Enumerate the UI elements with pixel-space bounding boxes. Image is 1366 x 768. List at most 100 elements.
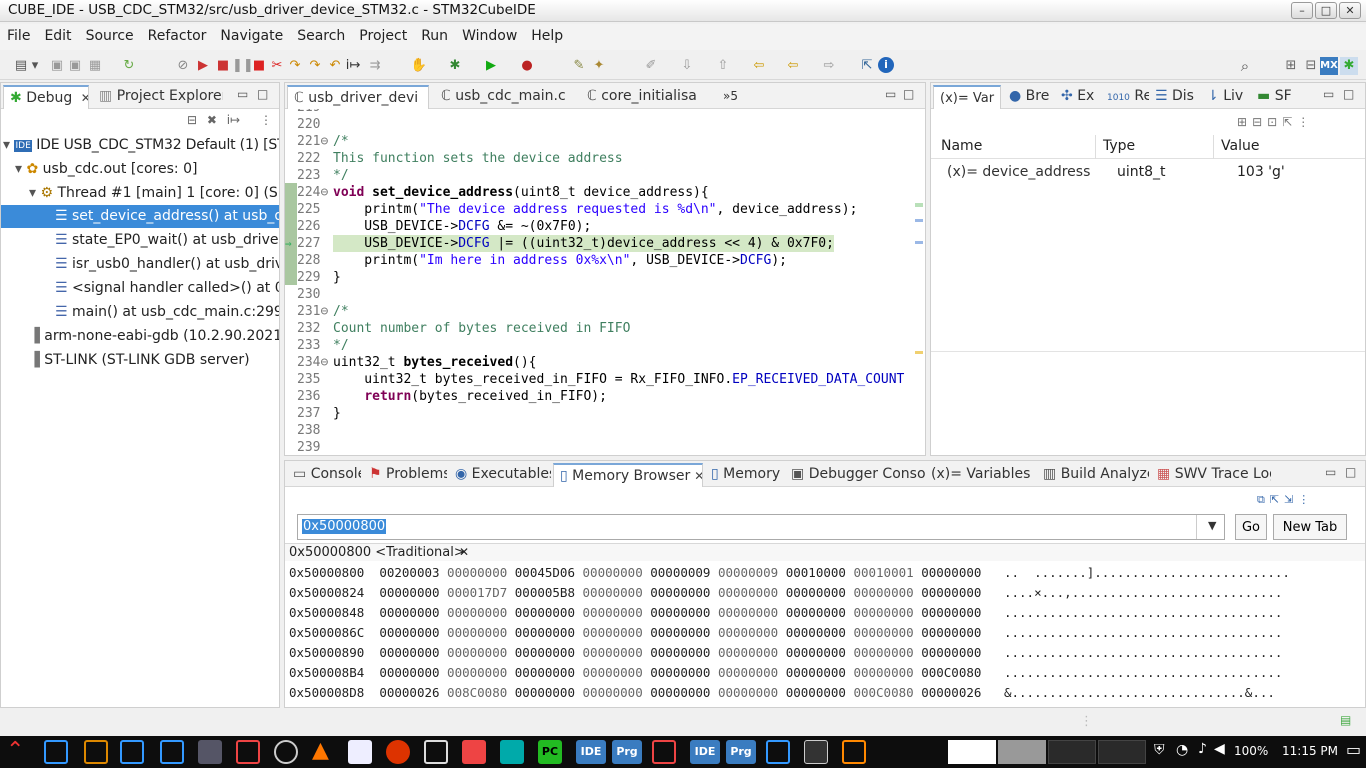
memory-word[interactable]: 00000000 [650, 685, 718, 700]
menu-search[interactable]: Search [290, 24, 352, 48]
stack-frame-selected[interactable]: ☰ set_device_address() at usb_drive [1, 205, 279, 228]
memory-word[interactable]: 000005B8 [515, 585, 583, 600]
new-tab-button[interactable]: New Tab [1273, 514, 1347, 540]
prev-annotation-icon[interactable]: ⇧ [714, 57, 732, 75]
step-over-icon[interactable]: ↷ [306, 57, 324, 75]
save-icon[interactable]: ▣ [48, 57, 66, 75]
tab-console[interactable]: ▭ Console [287, 463, 361, 487]
chevron-down-icon[interactable]: ▾ [30, 57, 40, 75]
new-icon[interactable]: ⇱ [1282, 115, 1297, 129]
memory-word[interactable]: 00000000 [650, 645, 718, 660]
memory-word[interactable]: 00000000 [447, 645, 515, 660]
shield-icon[interactable]: ⛨ [1154, 742, 1165, 758]
hand-icon[interactable]: ✋ [410, 57, 428, 75]
code-line[interactable]: 236 return(bytes_received_in_FIFO); [285, 388, 915, 405]
view-menu-icon[interactable]: ⋮ [1297, 115, 1314, 129]
search-icon[interactable]: ⌕ [1236, 57, 1254, 75]
menu-project[interactable]: Project [352, 24, 414, 48]
stack-frame[interactable]: ☰ isr_usb0_handler() at usb_driver_ [55, 253, 279, 276]
memory-word[interactable]: 00000000 [921, 645, 989, 660]
close-icon[interactable]: ✕ [459, 545, 469, 559]
memory-word[interactable]: 00000000 [379, 625, 447, 640]
launcher-icon[interactable]: ⌃ [6, 738, 24, 763]
menu-navigate[interactable]: Navigate [213, 24, 290, 48]
vlc-icon[interactable]: ▲ [312, 738, 329, 763]
tab-build-analyzer[interactable]: ▥ Build Analyzer [1037, 463, 1149, 487]
code-line[interactable]: 234⊖ uint32_t bytes_received(){ [285, 354, 915, 371]
address-combobox[interactable]: 0x50000800 ▼ [297, 514, 1225, 540]
stack-frame[interactable]: ☰ state_EP0_wait() at usb_driver_de [55, 229, 279, 252]
terminate-relaunch-icon[interactable]: ■ [214, 57, 232, 75]
editor-icon[interactable] [652, 740, 676, 764]
memory-word[interactable]: 00000000 [786, 605, 854, 620]
clock[interactable]: 11:15 PM [1282, 744, 1338, 758]
menu-source[interactable]: Source [79, 24, 141, 48]
tree-thread[interactable]: ▾ ⚙ Thread #1 [main] 1 [core: 0] (Suspen [29, 182, 279, 205]
pin-icon[interactable]: ⇲ [1284, 493, 1298, 506]
memory-word[interactable]: 008C0080 [447, 685, 515, 700]
memory-word[interactable]: 00000000 [650, 625, 718, 640]
tab-registers[interactable]: 1010 Re [1101, 85, 1149, 109]
last-edit-icon[interactable]: ⇦ [750, 57, 768, 75]
tab-breakpoints[interactable]: ● Bre [1003, 85, 1055, 109]
viewer-icon[interactable] [766, 740, 790, 764]
pycharm-icon[interactable]: PC [538, 740, 562, 764]
memory-row[interactable]: 0x500008D8 00000026 008C0080 00000000 00… [289, 683, 1275, 703]
code-line[interactable]: 233 */ [285, 337, 915, 354]
tab-swv-trace-log[interactable]: ▦ SWV Trace Log [1151, 463, 1271, 487]
menu-edit[interactable]: Edit [37, 24, 78, 48]
address-input[interactable]: 0x50000800 [302, 519, 387, 534]
maximize-view-icon[interactable]: □ [903, 87, 914, 101]
code-line[interactable]: 238 [285, 422, 915, 439]
memory-word[interactable]: 00000000 [786, 625, 854, 640]
battery-level[interactable]: 100% [1234, 744, 1268, 758]
tree-launch[interactable]: ▾ IDE IDE USB_CDC_STM32 Default (1) [STM… [3, 134, 279, 157]
view-menu-icon[interactable]: ⋮ [1298, 493, 1314, 506]
resume-icon[interactable]: ▶ [194, 57, 212, 75]
menu-file[interactable]: File [0, 24, 37, 48]
memory-word[interactable]: 00000000 [921, 585, 989, 600]
collapse-all-icon[interactable]: ⊡ [1267, 115, 1282, 129]
close-icon[interactable]: ✕ [81, 91, 88, 105]
ide-icon[interactable]: IDE [576, 740, 606, 764]
pin-editor-icon[interactable]: ⇱ [858, 57, 876, 75]
memory-word[interactable]: 00000000 [786, 685, 854, 700]
calc-icon[interactable] [236, 740, 260, 764]
memory-word[interactable]: 00000000 [718, 585, 786, 600]
tab-disassembly[interactable]: ☰ Dis [1149, 85, 1201, 109]
maximize-button[interactable]: □ [1315, 2, 1337, 19]
code-line[interactable]: 226 USB_DEVICE->DCFG &= ~(0x7F0); [285, 218, 915, 235]
ide-icon[interactable]: IDE [690, 740, 720, 764]
code-area[interactable]: 219220 221⊖ /* 222 This function sets the de… [285, 109, 915, 455]
memory-row[interactable]: 0x50000800 00200003 00000000 00045D06 00… [289, 563, 1297, 583]
perspective-debug-icon[interactable]: ✱ [1340, 57, 1358, 75]
memory-word[interactable]: 00000000 [718, 665, 786, 680]
stack-frame[interactable]: ☰ <signal handler called>() at 0xffffff [55, 277, 279, 300]
memory-word[interactable]: 00000000 [718, 685, 786, 700]
code-line[interactable]: 219 [285, 109, 915, 116]
remove-terminated-icon[interactable]: ✖ [207, 113, 217, 127]
instruction-stepping-icon[interactable]: i↦ [227, 113, 240, 127]
variable-row[interactable]: (x)= device_address uint8_t 103 'g' [931, 161, 1365, 185]
memory-word[interactable]: 00000000 [853, 605, 921, 620]
memory-word[interactable]: 00010000 [786, 565, 854, 580]
terminal-icon[interactable] [160, 740, 184, 764]
maximize-view-icon[interactable]: □ [1345, 465, 1356, 479]
tree-stlink[interactable]: ▐ ST-LINK (ST-LINK GDB server) [29, 349, 279, 372]
code-line[interactable]: 222 This function sets the device address [285, 150, 915, 167]
workspace-2[interactable] [998, 740, 1046, 764]
view-menu-icon[interactable]: ⋮ [260, 113, 272, 127]
show-logical-icon[interactable]: ⊟ [1252, 115, 1267, 129]
collapse-icon[interactable]: ▾ [3, 137, 10, 153]
memory-row[interactable]: 0x50000848 00000000 00000000 00000000 00… [289, 603, 1282, 623]
tab-memory[interactable]: ▯ Memory [705, 463, 783, 487]
tab-debugger-console[interactable]: ▣ Debugger Console [785, 463, 925, 487]
tab-sfr[interactable]: ▬ SF [1251, 85, 1299, 109]
memory-word[interactable]: 00000000 [379, 605, 447, 620]
memory-word[interactable]: 00000009 [718, 565, 786, 580]
memory-table[interactable]: 0x50000800 00200003 00000000 00045D06 00… [289, 563, 1359, 707]
radix-icon[interactable]: ⧉ [1257, 493, 1270, 506]
memory-word[interactable]: 000017D7 [447, 585, 515, 600]
stack-frame[interactable]: ☰ main() at usb_cdc_main.c:299 0x8 [55, 301, 279, 324]
memory-word[interactable]: 00000009 [650, 565, 718, 580]
